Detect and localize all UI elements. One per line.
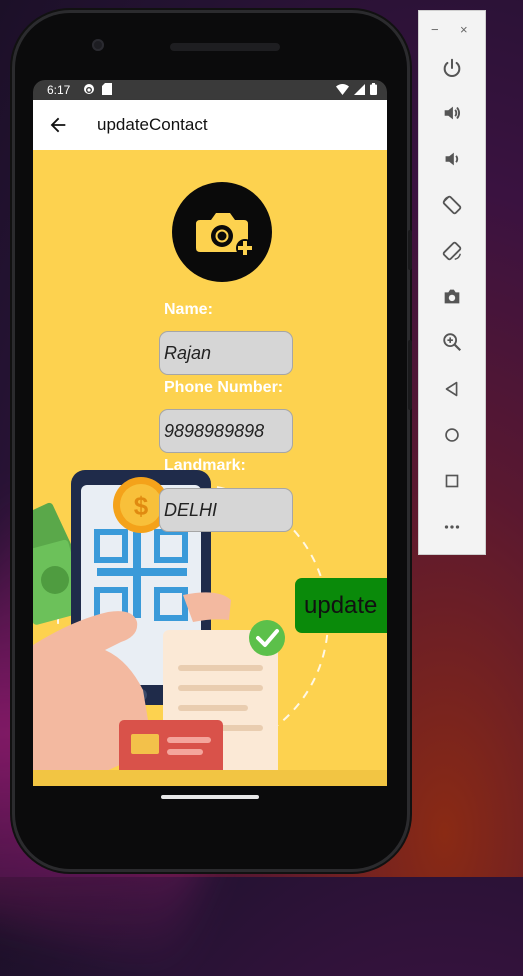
wifi-icon [336,83,349,95]
landmark-label: Landmark: [164,457,246,474]
content-area: $ Name: Rajan Phone Number: 9898989898 L… [33,150,387,786]
rotate-right-icon [442,241,462,261]
phone-number-label: Phone Number: [164,379,284,396]
camera-plus-icon [196,213,254,257]
home-gesture-pill[interactable] [161,795,259,799]
home-circle-icon [445,428,459,442]
svg-text:$: $ [134,491,149,521]
status-left-icons [83,83,112,95]
camera-icon [444,289,460,304]
add-photo-button[interactable] [172,182,272,282]
page-title: updateContact [97,115,208,134]
volume-down-icon [445,152,459,166]
name-input[interactable] [159,331,293,375]
zoom-in-icon [443,333,462,352]
name-label: Name: [164,301,213,318]
screenshot-button[interactable] [439,284,465,310]
overview-button[interactable] [439,468,465,494]
update-button[interactable]: update [295,578,387,633]
landmark-input[interactable] [159,488,293,532]
zoom-button[interactable] [439,329,465,355]
app-bar: updateContact [33,100,387,150]
power-button[interactable] [439,55,465,81]
navigation-bar [33,786,387,826]
volume-down-button[interactable] [439,146,465,172]
back-triangle-icon [445,381,458,397]
volume-up-button[interactable] [439,100,465,126]
front-camera [92,39,104,51]
phone-number-input[interactable] [159,409,293,453]
sd-card-icon [102,83,112,95]
home-button[interactable] [439,422,465,448]
status-bar: 6:17 [33,80,387,100]
check-badge-graphic [249,620,285,656]
phone-side-button [408,230,412,270]
rotate-left-icon [442,195,462,215]
rotate-left-button[interactable] [439,192,465,218]
status-right-icons [336,83,377,95]
earpiece-speaker [170,43,280,51]
overview-square-icon [445,474,459,488]
rotate-right-button[interactable] [439,238,465,264]
emulator-toolbar: − × [419,11,485,554]
close-button[interactable]: × [460,22,468,37]
volume-up-icon [444,106,461,120]
power-icon [443,58,461,77]
minimize-button[interactable]: − [431,22,439,37]
battery-icon [370,83,377,95]
back-button[interactable] [439,376,465,402]
status-time: 6:17 [47,83,71,97]
phone-volume-button [408,340,412,410]
more-dots-icon [444,525,460,529]
cell-signal-icon [354,83,365,95]
more-options-button[interactable] [439,514,465,540]
back-arrow-icon[interactable] [47,114,69,136]
emulator-window-controls: − × [419,22,485,37]
phone-frame: 6:17 updateContact $ Name: Rajan Phone N… [12,10,412,872]
phone-screen: 6:17 updateContact $ Name: Rajan Phone N… [33,80,387,786]
notification-face-icon [84,84,94,94]
